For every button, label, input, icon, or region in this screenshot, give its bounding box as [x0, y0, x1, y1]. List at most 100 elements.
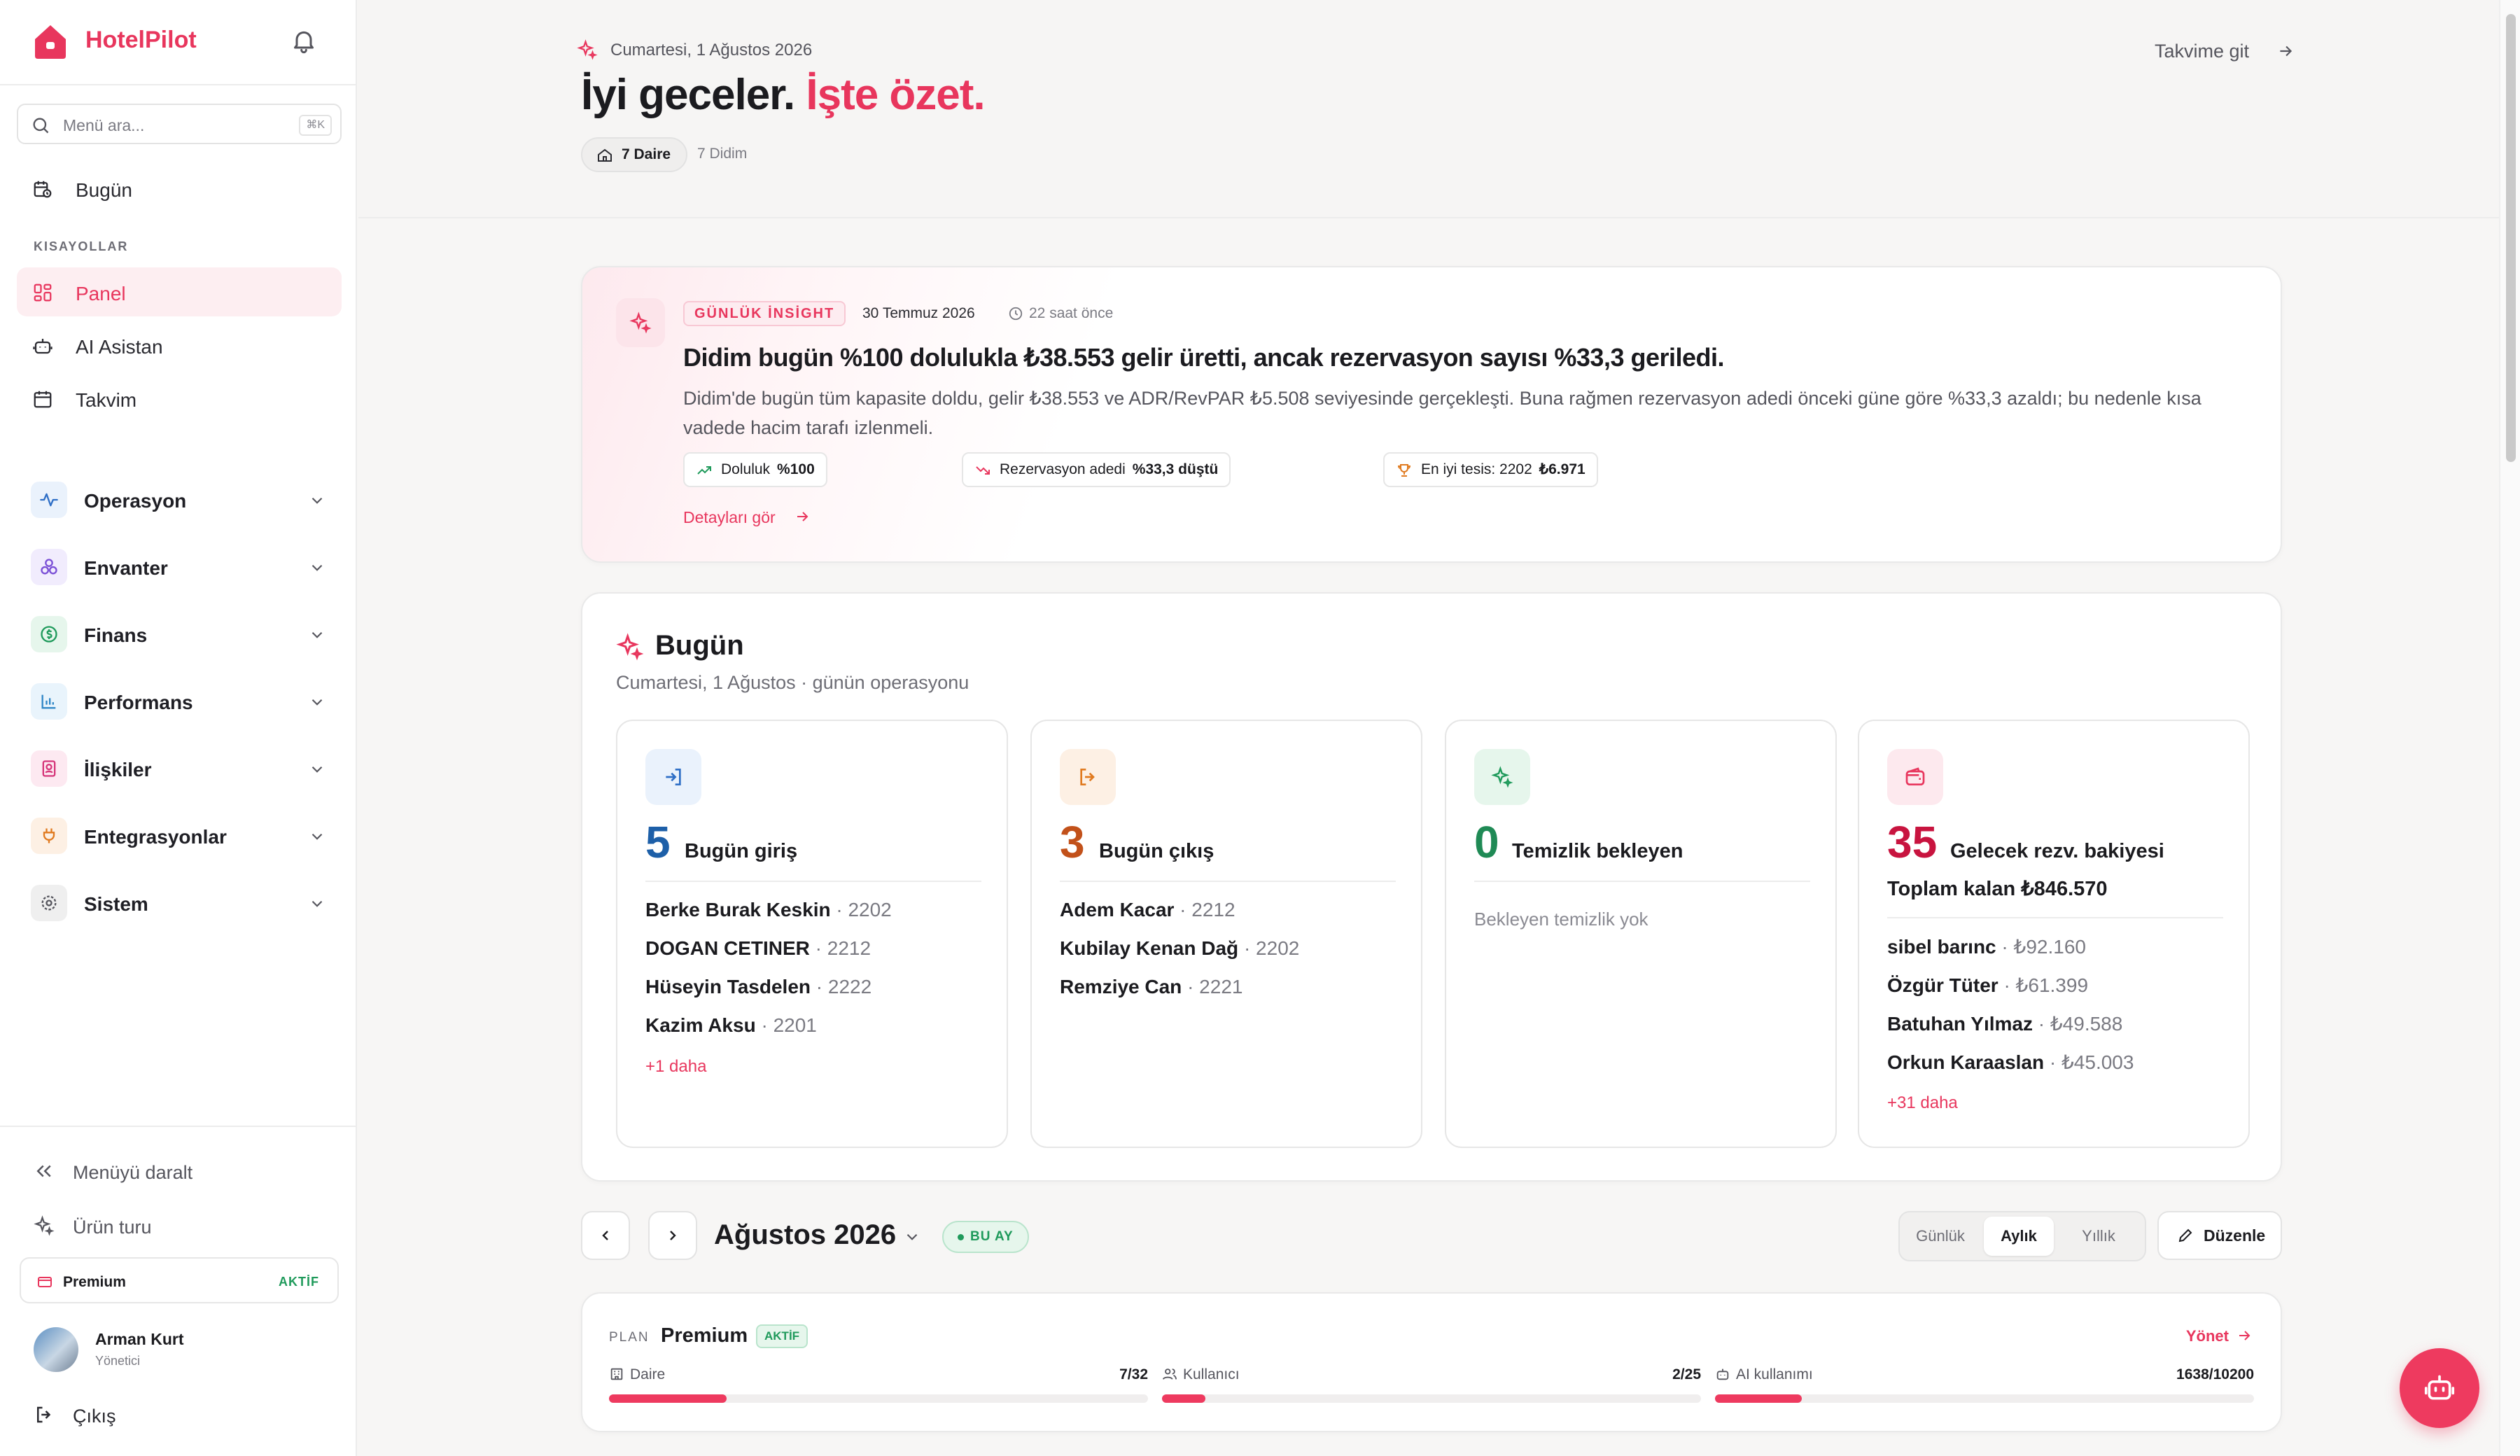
show-more-link[interactable]: +31 daha: [1887, 1093, 1958, 1113]
today-title-text: Bugün: [655, 630, 744, 661]
sidebar: HotelPilot Menü ara... ⌘K Bugün KISAYOLL…: [0, 0, 357, 1456]
nav-group-operasyon[interactable]: Operasyon: [17, 473, 342, 526]
show-more-link[interactable]: +1 daha: [645, 1057, 706, 1077]
nav-group-performans[interactable]: Performans: [17, 675, 342, 728]
cleaning-card[interactable]: 0 Temizlik bekleyen Bekleyen temizlik yo…: [1445, 720, 1837, 1148]
location-label: 7 Didim: [697, 146, 748, 162]
calendar-icon: [34, 391, 52, 408]
divider: [1474, 881, 1810, 882]
scope-pill[interactable]: 7 Daire: [581, 137, 688, 172]
edit-button[interactable]: Düzenle: [2157, 1211, 2282, 1260]
brand-name[interactable]: HotelPilot: [85, 27, 197, 54]
balance-amount: · ₺45.003: [2044, 1051, 2134, 1073]
hotel-logo-icon[interactable]: [31, 21, 70, 60]
scrollbar-thumb[interactable]: [2506, 14, 2516, 462]
list-item[interactable]: Kazim Aksu · 2201: [645, 1014, 817, 1037]
nav-item-label: Bugün: [76, 179, 132, 201]
guest-name: Kubilay Kenan Dağ: [1060, 937, 1239, 959]
bell-icon[interactable]: [290, 27, 318, 55]
nav-item-calendar[interactable]: Takvim: [17, 374, 342, 423]
chevron-down-icon[interactable]: [903, 1228, 921, 1246]
collapse-menu-button[interactable]: Menüyü daralt: [17, 1148, 342, 1193]
checkout-card[interactable]: 3 Bugün çıkış Adem Kacar · 2212 Kubilay …: [1030, 720, 1422, 1148]
insight-age-text: 22 saat önce: [1029, 305, 1114, 321]
room-number: · 2202: [1238, 937, 1300, 959]
logout-button[interactable]: Çıkış: [17, 1392, 342, 1436]
product-tour-button[interactable]: Ürün turu: [17, 1203, 342, 1247]
go-to-calendar-link[interactable]: Takvime git: [2155, 41, 2292, 62]
nav-item-today[interactable]: Bugün: [17, 164, 342, 213]
usage-ai: AI kullanımı 1638/10200: [1715, 1366, 2254, 1408]
nav-group-sistem[interactable]: Sistem: [17, 876, 342, 930]
nav-item-panel[interactable]: Panel: [17, 267, 342, 316]
checkin-card[interactable]: 5 Bugün giriş Berke Burak Keskin · 2202 …: [616, 720, 1008, 1148]
plan-status-card[interactable]: Premium AKTİF: [20, 1257, 339, 1303]
insight-details-link[interactable]: Detayları gör: [683, 508, 808, 527]
metric-best-property: En iyi tesis: 2202 ₺6.971: [1383, 452, 1598, 487]
user-profile[interactable]: Arman Kurt Yönetici: [31, 1324, 339, 1376]
prev-month-button[interactable]: [581, 1211, 630, 1260]
list-item[interactable]: Adem Kacar · 2212: [1060, 899, 1236, 921]
group-icon-chip: [31, 683, 67, 720]
today-operations-card: Bugün Cumartesi, 1 Ağustos · günün opera…: [581, 592, 2282, 1182]
wallet-icon: [1905, 767, 1925, 785]
usage-value: 1638/10200: [2176, 1366, 2254, 1382]
nav-group-finans[interactable]: Finans: [17, 608, 342, 661]
next-month-button[interactable]: [648, 1211, 697, 1260]
group-icon-chip: [31, 482, 67, 518]
cleaning-empty-state: Bekleyen temizlik yok: [1474, 909, 1648, 930]
list-item[interactable]: Berke Burak Keskin · 2202: [645, 899, 892, 921]
chevron-down-icon: [312, 900, 323, 907]
shortcuts-section-label: KISAYOLLAR: [34, 239, 129, 253]
guest-name: Hüseyin Tasdelen: [645, 976, 811, 997]
usage-label-text: Daire: [630, 1366, 666, 1382]
home-icon: [598, 148, 612, 162]
nav-group-envanter[interactable]: Envanter: [17, 540, 342, 594]
nav-item-ai-assistant[interactable]: AI Asistan: [17, 321, 342, 370]
list-item[interactable]: Hüseyin Tasdelen · 2222: [645, 976, 872, 998]
main-content: Cumartesi, 1 Ağustos 2026 İyi geceler. İ…: [358, 0, 2499, 1456]
balance-card[interactable]: 35 Gelecek rezv. bakiyesi Toplam kalan ₺…: [1858, 720, 2250, 1148]
view-option-monthly[interactable]: Aylık: [1984, 1217, 2054, 1256]
metric-value: ₺6.971: [1539, 461, 1586, 477]
guest-name: Orkun Karaaslan: [1887, 1051, 2045, 1073]
logo-row: HotelPilot: [0, 0, 357, 85]
list-item[interactable]: Kubilay Kenan Dağ · 2202: [1060, 937, 1299, 960]
nav-group-iliskiler[interactable]: İlişkiler: [17, 742, 342, 795]
plan-status-badge: AKTİF: [279, 1275, 319, 1289]
list-item[interactable]: Özgür Tüter · ₺61.399: [1887, 974, 2088, 997]
list-item[interactable]: DOGAN CETINER · 2212: [645, 937, 871, 960]
list-item[interactable]: Remziye Can · 2221: [1060, 976, 1242, 998]
menu-search-input[interactable]: Menü ara... ⌘K: [17, 104, 342, 144]
boxes-icon: [41, 559, 57, 575]
current-month-badge[interactable]: BU AY: [942, 1221, 1029, 1253]
chevron-down-icon: [312, 497, 323, 504]
metric-reservations: Rezervasyon adedi %33,3 düştü: [962, 452, 1231, 487]
today-subtitle: Cumartesi, 1 Ağustos · günün operasyonu: [616, 672, 969, 693]
view-option-daily[interactable]: Günlük: [1905, 1217, 1975, 1256]
user-name: Arman Kurt: [95, 1330, 184, 1348]
users-icon: [1162, 1368, 1177, 1380]
month-selector[interactable]: Ağustos 2026: [714, 1219, 896, 1251]
view-option-yearly[interactable]: Yıllık: [2064, 1217, 2134, 1256]
cleaning-count: 0: [1474, 817, 1499, 867]
nav-item-label: Takvim: [76, 389, 137, 411]
ai-assistant-fab[interactable]: [2400, 1348, 2479, 1428]
view-toggle: Günlük Aylık Yıllık: [1898, 1211, 2146, 1261]
arrow-right-icon: [797, 512, 808, 522]
nav-group-entegrasyonlar[interactable]: Entegrasyonlar: [17, 809, 342, 862]
robot-icon: [33, 339, 52, 354]
sparkles-icon: [1491, 766, 1513, 788]
plug-icon: [43, 828, 55, 844]
list-item[interactable]: sibel barınc · ₺92.160: [1887, 935, 2086, 958]
usage-label: Kullanıcı: [1162, 1366, 1240, 1383]
list-item[interactable]: Batuhan Yılmaz · ₺49.588: [1887, 1012, 2122, 1035]
arrow-right-icon: [2239, 1331, 2250, 1340]
dollar-circle-icon: [41, 626, 57, 643]
list-item[interactable]: Orkun Karaaslan · ₺45.003: [1887, 1051, 2134, 1074]
manage-plan-link[interactable]: Yönet: [2186, 1327, 2253, 1345]
guest-name: Kazim Aksu: [645, 1014, 756, 1036]
stat-icon-chip: [1060, 749, 1116, 805]
search-shortcut-badge: ⌘K: [299, 115, 332, 136]
room-number: · 2202: [830, 899, 892, 920]
